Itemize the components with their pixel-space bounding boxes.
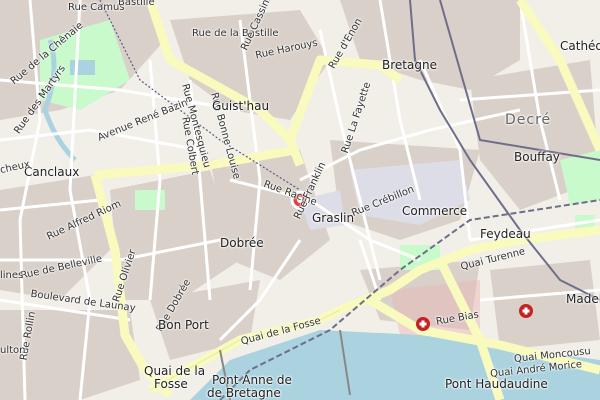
hospital-icon[interactable] [519,304,533,318]
place-label: Cathédr [560,39,600,53]
place-label: Fosse [154,377,188,391]
place-label: Dobrée [220,236,264,250]
place-label: Canclaux [24,165,80,179]
place-label: Bretagne [382,58,437,72]
place-label: de Bretagne [207,386,281,400]
place-label: Guist'hau [212,99,270,113]
street-label: Rue de la Bastille [192,28,279,39]
street-label: lines [0,270,24,281]
street-label: ulton [0,345,26,356]
place-label: Pont Haudaudine [445,377,548,391]
street-label: Bastille [118,0,155,8]
place-label: Graslin [312,211,355,225]
place-label: Commerce [402,204,468,218]
place-label: Bouffay [514,150,560,164]
street-label: Rue Camus [68,2,125,13]
district-label: Decré [505,112,552,128]
place-label: Feydeau [480,227,531,241]
place-label: Madele [566,292,600,306]
place-label: Quai de la [144,364,206,378]
place-label: Bon Port [158,318,209,332]
hospital-icon[interactable] [416,317,430,331]
place-label: Pont Anne de [212,373,292,387]
map-view[interactable]: Rue Camus Bastille Rue de la Bastille Ru… [0,0,600,400]
